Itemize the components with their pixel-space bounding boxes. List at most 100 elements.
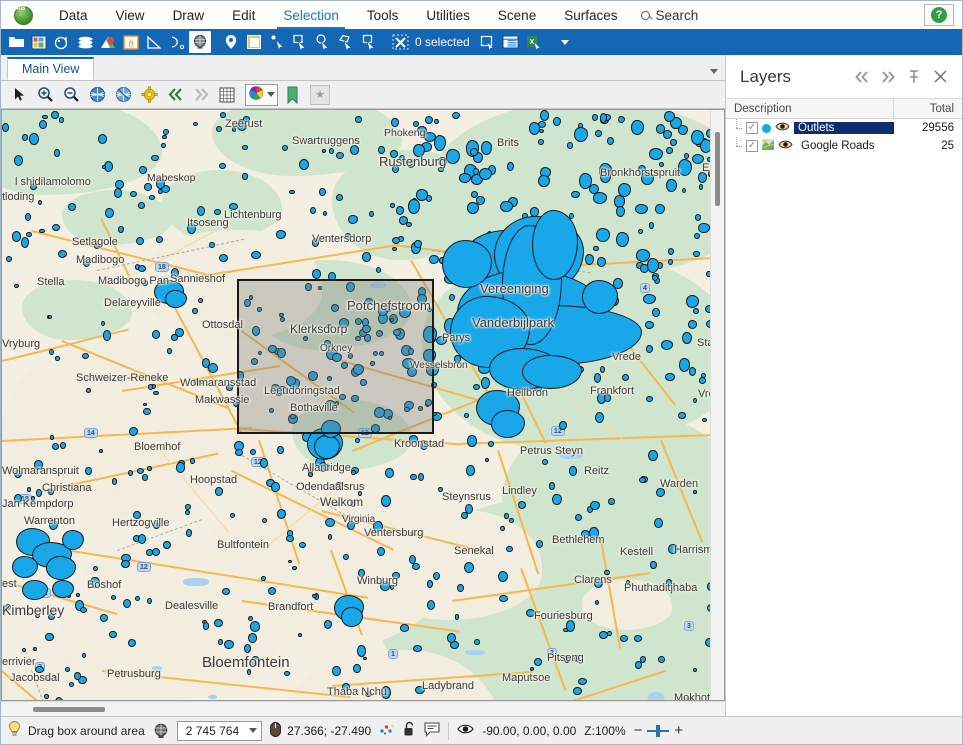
layer-row-google-roads[interactable]: ✓ Google Roads 25 (726, 137, 962, 155)
b-symbol-icon[interactable]: b (120, 31, 142, 53)
outlet-point[interactable] (271, 481, 280, 493)
layer-row-outlets[interactable]: ✓ Outlets 29556 (726, 119, 962, 137)
outlet-point[interactable] (437, 486, 443, 493)
app-logo-icon[interactable] (1, 1, 45, 29)
outlet-point[interactable] (648, 449, 658, 461)
outlet-point[interactable] (267, 587, 276, 596)
outlet-point[interactable] (604, 569, 610, 576)
outlet-point[interactable] (392, 571, 400, 580)
outlet-point[interactable] (144, 183, 152, 191)
eye-icon[interactable] (775, 121, 790, 135)
outlet-point[interactable] (148, 195, 155, 200)
outlet-point[interactable] (349, 144, 360, 155)
outlet-point[interactable] (311, 238, 320, 247)
outlet-point[interactable] (51, 223, 61, 232)
outlet-point[interactable] (377, 145, 385, 155)
outlet-point[interactable] (348, 214, 358, 224)
map-scale-combo[interactable]: 2 745 764 (176, 720, 263, 741)
outlet-point[interactable] (25, 213, 32, 221)
zoom-extents-icon[interactable] (85, 83, 109, 107)
menu-item-tools[interactable]: Tools (353, 1, 413, 29)
next-double-chevron-icon[interactable] (189, 83, 213, 107)
outlet-point[interactable] (323, 620, 332, 629)
settings-gear-icon[interactable] (137, 83, 161, 107)
arrow-select-icon[interactable] (7, 83, 31, 107)
zoom-out-button[interactable]: − (634, 723, 643, 738)
outlet-point[interactable] (475, 195, 485, 206)
outlet-point[interactable] (309, 206, 316, 214)
outlet-point[interactable] (461, 512, 468, 520)
select-point-icon[interactable] (266, 31, 288, 53)
outlet-point[interactable] (464, 561, 475, 573)
chevron-down-icon[interactable] (710, 69, 718, 74)
outlet-point[interactable] (506, 545, 513, 553)
outlet-point[interactable] (698, 183, 704, 190)
outlet-point[interactable] (228, 202, 238, 211)
outlet-point[interactable] (292, 566, 297, 570)
eye-icon[interactable] (778, 139, 793, 153)
outlet-point[interactable] (385, 467, 394, 478)
outlet-point[interactable] (474, 639, 480, 646)
select-circle-icon[interactable] (312, 31, 334, 53)
column-header-description[interactable]: Description (726, 99, 894, 118)
outlet-point[interactable] (47, 613, 55, 620)
outlet-point[interactable] (48, 488, 54, 495)
outlet-point[interactable] (410, 473, 417, 481)
scatter-points-icon[interactable] (379, 722, 395, 739)
outlet-point[interactable] (631, 120, 644, 136)
data-table-icon[interactable] (28, 31, 50, 53)
outlet-point[interactable] (137, 534, 147, 544)
map-canvas[interactable]: 18 14 12 12 12 4 1 18 12 12 1 3 3 1 1 1 (1, 109, 725, 701)
outlet-point[interactable] (569, 466, 577, 476)
outlet-point[interactable] (600, 169, 611, 183)
outlet-point[interactable] (342, 682, 350, 691)
layer-checkbox[interactable]: ✓ (746, 140, 758, 152)
outlet-point[interactable] (135, 236, 145, 245)
outlet-point[interactable] (151, 330, 160, 339)
outlet-point[interactable] (281, 144, 288, 151)
outlet-point[interactable] (26, 231, 33, 238)
favorite-star-icon[interactable]: ★ (310, 84, 330, 105)
outlet-point[interactable] (373, 520, 383, 532)
outlet-point[interactable] (668, 259, 673, 265)
unlocked-padlock-icon[interactable] (403, 721, 416, 740)
outlet-point[interactable] (429, 254, 439, 264)
outlet-point[interactable] (693, 251, 700, 258)
outlet-point[interactable] (64, 667, 70, 672)
outlet-point[interactable] (573, 655, 581, 662)
outlet-point[interactable] (652, 307, 660, 318)
outlet-point[interactable] (215, 487, 223, 497)
outlet-point[interactable] (298, 159, 309, 171)
outlet-point[interactable] (487, 441, 495, 448)
outlet-point[interactable] (398, 216, 408, 225)
outlet-point[interactable] (574, 513, 582, 521)
outlet-point[interactable] (151, 547, 160, 556)
outlet-point[interactable] (332, 665, 341, 677)
outlet-point[interactable] (202, 622, 210, 630)
lightbulb-icon[interactable] (7, 720, 22, 741)
outlet-point[interactable] (667, 247, 674, 255)
outlet-point[interactable] (389, 202, 395, 209)
scrollbar-thumb[interactable] (715, 132, 720, 206)
outlet-point[interactable] (595, 228, 610, 242)
outlet-point[interactable] (666, 147, 674, 154)
outlet-point[interactable] (50, 435, 55, 440)
outlet-point[interactable] (399, 624, 409, 632)
outlet-point[interactable] (192, 121, 198, 127)
prev-double-chevron-icon[interactable] (849, 64, 875, 90)
outlet-point[interactable] (598, 631, 608, 640)
select-rectangle-icon[interactable] (289, 31, 311, 53)
outlet-point[interactable] (361, 251, 371, 263)
location-marker-icon[interactable] (220, 31, 242, 53)
selection-table-icon[interactable] (500, 31, 522, 53)
help-button[interactable]: ? (924, 4, 954, 26)
outlet-point[interactable] (217, 639, 224, 645)
column-header-total[interactable]: Total (894, 99, 962, 118)
outlet-point[interactable] (250, 656, 260, 667)
outlet-point[interactable] (190, 458, 195, 464)
outlet-point[interactable] (163, 541, 171, 550)
select-polygon-icon[interactable] (335, 31, 357, 53)
outlet-point[interactable] (433, 134, 446, 151)
outlet-point[interactable] (114, 188, 123, 198)
outlet-point[interactable] (409, 531, 414, 537)
